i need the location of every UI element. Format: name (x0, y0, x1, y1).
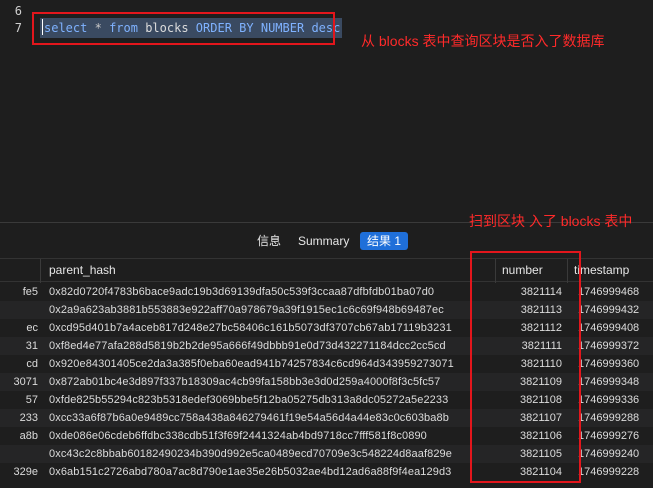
cell-truncated-hash[interactable]: 31 (0, 339, 38, 353)
cell-truncated-hash[interactable]: 233 (0, 411, 38, 425)
cell-truncated-hash[interactable]: fe5 (0, 285, 38, 299)
cell-timestamp[interactable]: 1746999372 (578, 339, 653, 353)
line-number: 6 (14, 4, 22, 18)
cell-timestamp[interactable]: 1746999468 (578, 285, 653, 299)
annotation-box-number-column (470, 251, 581, 483)
cell-truncated-hash[interactable]: a8b (0, 429, 38, 443)
column-resize-handle[interactable] (40, 259, 41, 283)
cell-timestamp[interactable]: 1746999432 (578, 303, 653, 317)
cell-parent-hash[interactable]: 0xf8ed4e77afa288d5819b2b2de95a666f49dbbb… (49, 339, 497, 353)
cell-parent-hash[interactable]: 0x2a9a623ab3881b553883e922aff70a978679a3… (49, 303, 497, 317)
tab-summary[interactable]: Summary (292, 232, 355, 250)
tab-result-1[interactable]: 结果 1 (360, 232, 409, 250)
cell-truncated-hash[interactable]: ec (0, 321, 38, 335)
cell-timestamp[interactable]: 1746999276 (578, 429, 653, 443)
cell-parent-hash[interactable]: 0xde086e06cdeb6ffdbc338cdb51f3f69f244132… (49, 429, 497, 443)
cell-timestamp[interactable]: 1746999240 (578, 447, 653, 461)
cell-parent-hash[interactable]: 0xc43c2c8bbab60182490234b390d992e5ca0489… (49, 447, 497, 461)
sql-editor[interactable]: 6 7 select * from blocks ORDER BY NUMBER… (0, 0, 653, 222)
cell-parent-hash[interactable]: 0x82d0720f4783b6bace9adc19b3d69139dfa50c… (49, 285, 497, 299)
cell-timestamp[interactable]: 1746999228 (578, 465, 653, 479)
cell-timestamp[interactable]: 1746999408 (578, 321, 653, 335)
cell-parent-hash[interactable]: 0x6ab151c2726abd780a7ac8d790e1ae35e26b50… (49, 465, 497, 479)
cell-parent-hash[interactable]: 0xcc33a6f87b6a0e9489cc758a438a846279461f… (49, 411, 497, 425)
annotation-box-query (32, 12, 335, 45)
cell-parent-hash[interactable]: 0xfde825b55294c823b5318edef3069bbe5f12ba… (49, 393, 497, 407)
cell-parent-hash[interactable]: 0xcd95d401b7a4aceb817d248e27bc58406c161b… (49, 321, 497, 335)
cell-timestamp[interactable]: 1746999348 (578, 375, 653, 389)
cell-timestamp[interactable]: 1746999360 (578, 357, 653, 371)
cell-truncated-hash[interactable]: 57 (0, 393, 38, 407)
column-header-parent-hash[interactable]: parent_hash (49, 263, 116, 277)
column-header-timestamp[interactable]: timestamp (574, 263, 629, 277)
cell-timestamp[interactable]: 1746999288 (578, 411, 653, 425)
cell-parent-hash[interactable]: 0x872ab01bc4e3d897f337b18309ac4cb99fa158… (49, 375, 497, 389)
cell-timestamp[interactable]: 1746999336 (578, 393, 653, 407)
tab-info[interactable]: 信息 (251, 232, 287, 250)
cell-truncated-hash[interactable]: 3071 (0, 375, 38, 389)
annotation-note-query: 从 blocks 表中查询区块是否入了数据库 (361, 33, 605, 49)
cell-truncated-hash[interactable]: 329e (0, 465, 38, 479)
cell-parent-hash[interactable]: 0x920e84301405ce2da3a385f0eba60ead941b74… (49, 357, 497, 371)
annotation-note-result: 扫到区块 入了 blocks 表中 (469, 213, 633, 229)
cell-truncated-hash[interactable]: cd (0, 357, 38, 371)
line-number: 7 (14, 21, 22, 35)
